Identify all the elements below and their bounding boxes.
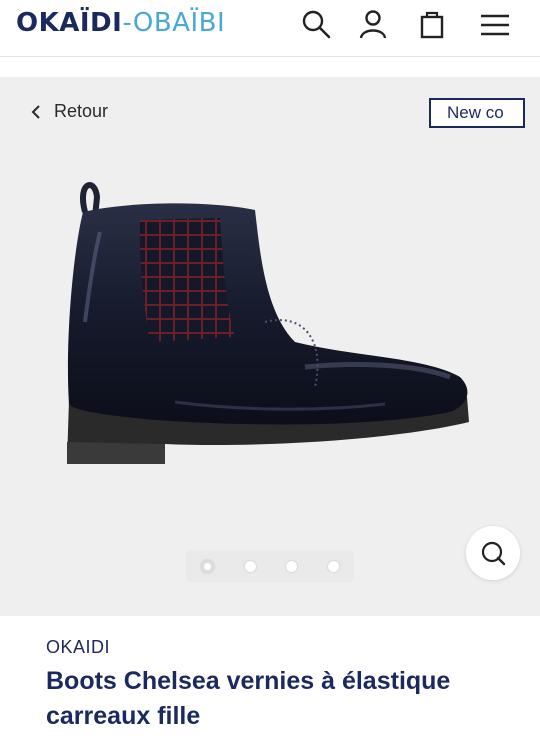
back-link[interactable]: Retour	[30, 101, 108, 122]
header-spacer	[0, 57, 540, 77]
site-logo[interactable]: OKAÏDI-OBAÏBI	[16, 9, 225, 37]
product-image[interactable]	[55, 172, 480, 467]
search-icon[interactable]	[300, 8, 332, 40]
slide-dot[interactable]	[327, 560, 339, 572]
back-label: Retour	[54, 101, 109, 121]
chevron-left-icon	[31, 104, 40, 119]
logo-secondary: OBAÏBI	[132, 8, 226, 38]
product-brand[interactable]: OKAIDI	[46, 637, 110, 658]
logo-primary: OKAÏDI	[16, 8, 123, 38]
new-collection-badge: New co	[429, 98, 525, 128]
product-gallery[interactable]: Retour New co	[0, 77, 540, 616]
slide-dot[interactable]	[286, 560, 298, 572]
zoom-icon	[481, 541, 506, 566]
product-title: Boots Chelsea vernies à élastique carrea…	[46, 667, 451, 730]
slide-dot[interactable]	[244, 560, 256, 572]
slide-indicators	[186, 550, 354, 582]
bag-icon[interactable]	[416, 8, 448, 40]
zoom-button[interactable]	[466, 526, 520, 580]
top-header: OKAÏDI-OBAÏBI	[0, 0, 540, 57]
user-icon[interactable]	[357, 8, 389, 40]
logo-separator: -	[122, 8, 133, 38]
menu-icon[interactable]	[479, 8, 511, 40]
slide-dot[interactable]	[201, 559, 215, 573]
